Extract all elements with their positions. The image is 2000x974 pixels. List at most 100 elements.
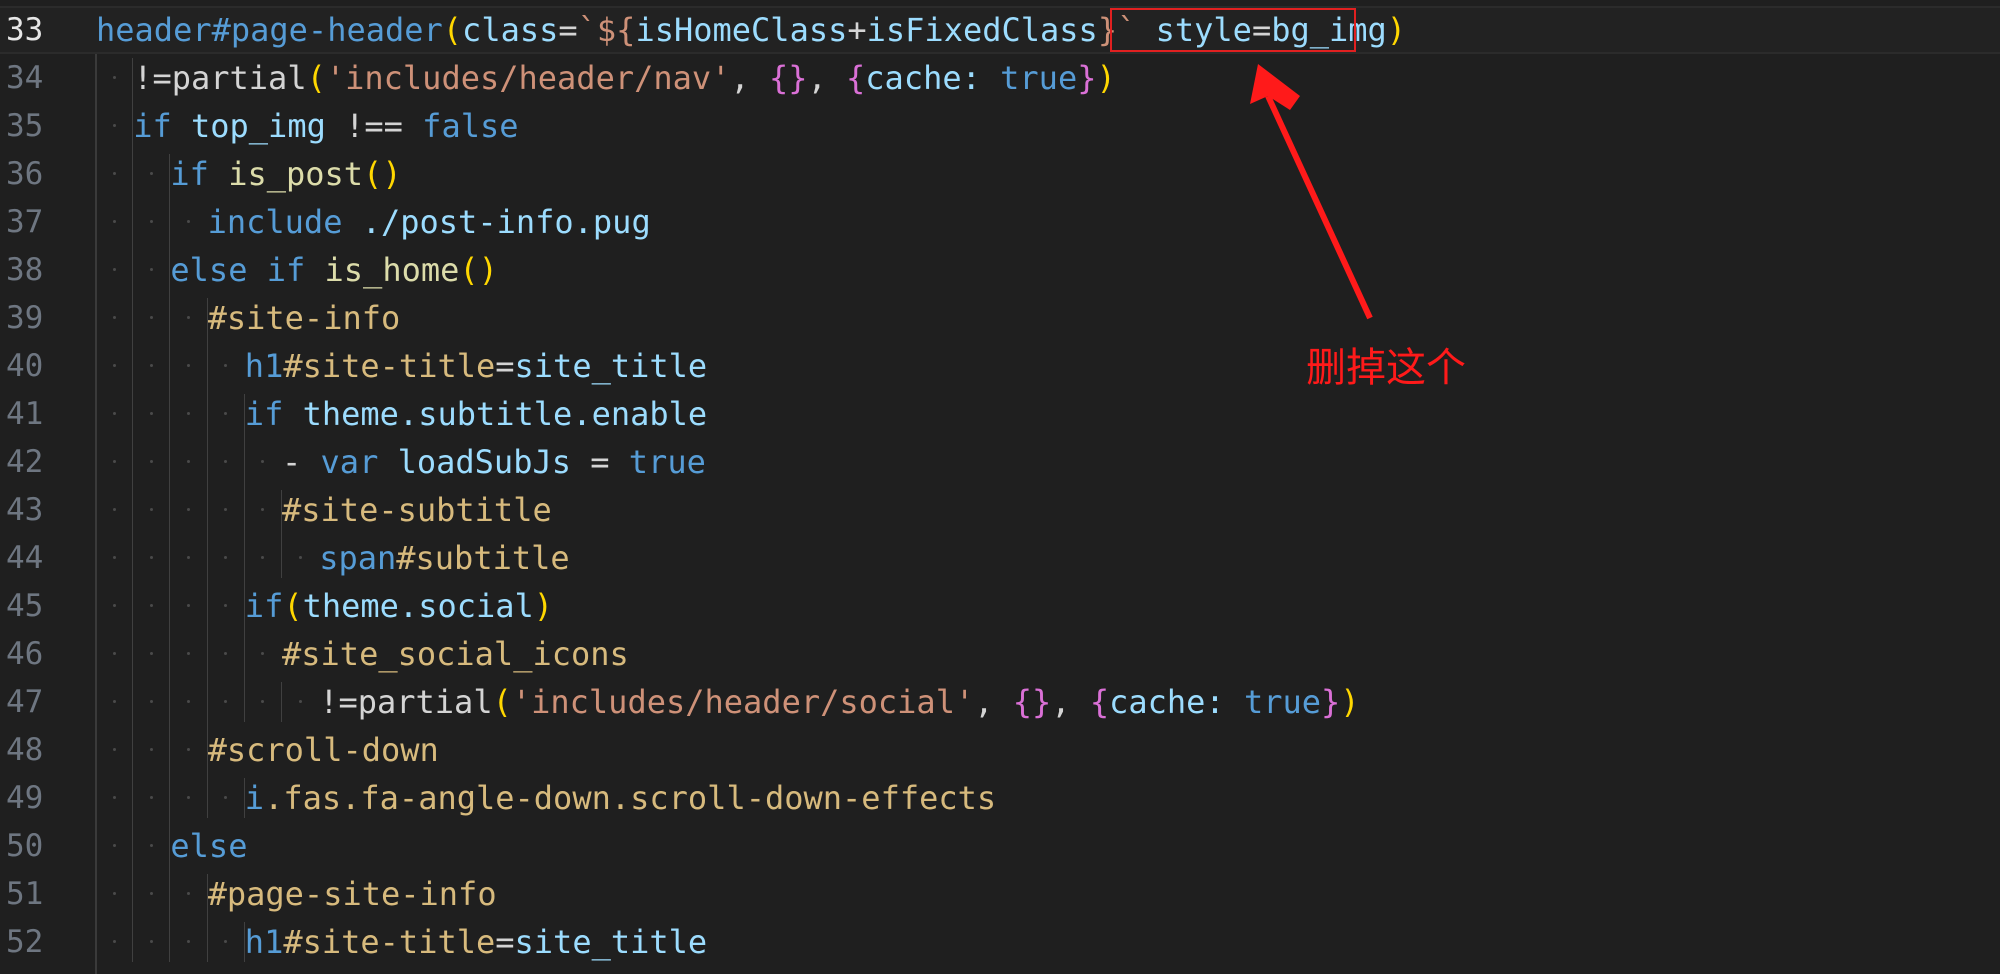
code-text: include ./post-info.pug <box>208 198 651 246</box>
code-token: top_img <box>190 107 346 145</box>
code-editor[interactable]: 33 header#page-header(class=`${isHomeClas… <box>0 0 2000 974</box>
indent-guide <box>281 682 282 722</box>
code-text: #site-info <box>208 294 401 342</box>
code-token: = <box>495 923 515 961</box>
code-line[interactable]: 34 !=partial('includes/header/nav', {}, {… <box>0 54 2000 102</box>
line-number: 36 <box>6 156 44 192</box>
whitespace-dot <box>149 268 153 271</box>
code-text: #page-site-info <box>208 870 497 918</box>
whitespace-dot <box>149 412 153 415</box>
whitespace-dot <box>112 844 116 847</box>
code-token: #subtitle <box>396 539 570 577</box>
code-token: header#page-header <box>96 11 443 49</box>
code-token: i <box>244 779 265 817</box>
code-line[interactable]: 41 if theme.subtitle.enable <box>0 390 2000 438</box>
code-line[interactable]: 52 h1#site-title=site_title <box>0 918 2000 966</box>
whitespace-dot <box>149 940 153 943</box>
code-line[interactable]: 46 #site_social_icons <box>0 630 2000 678</box>
code-token: ( <box>283 587 303 625</box>
indent-guide <box>243 778 245 818</box>
whitespace-dot <box>112 220 116 223</box>
whitespace-dot <box>149 748 153 751</box>
whitespace-dot <box>112 652 116 655</box>
code-token: if <box>266 251 325 289</box>
code-token: {} <box>768 59 808 97</box>
code-token: #page-site-info <box>207 875 497 913</box>
code-line[interactable]: 50 else <box>0 822 2000 870</box>
code-line[interactable]: 45 if(theme.social) <box>0 582 2000 630</box>
whitespace-dot <box>112 748 116 751</box>
code-token: ) <box>1096 59 1116 97</box>
code-line[interactable]: 35 if top_img !== false <box>0 102 2000 150</box>
code-token: ) <box>1340 683 1360 721</box>
code-token: theme.subtitle.enable <box>302 395 708 433</box>
line-number: 35 <box>6 108 44 144</box>
code-text: if theme.subtitle.enable <box>245 390 707 438</box>
code-token: .fas.fa-angle-down.scroll-down-effects <box>264 779 997 817</box>
code-token: true <box>628 443 706 481</box>
annotation-label: 删掉这个 <box>1306 345 1466 391</box>
code-text: !=partial('includes/header/social', {}, … <box>319 678 1359 726</box>
code-token: () <box>459 251 498 289</box>
code-token: #site_social_icons <box>282 635 629 673</box>
line-number: 33 <box>6 12 44 48</box>
code-line[interactable]: 39 #site-info <box>0 294 2000 342</box>
line-number: 50 <box>6 828 44 864</box>
whitespace-dot <box>298 556 302 559</box>
line-number: 43 <box>6 492 44 528</box>
whitespace-dot <box>112 364 116 367</box>
code-token: , <box>974 683 1013 721</box>
whitespace-dot <box>149 172 153 175</box>
whitespace-dot <box>187 604 190 607</box>
whitespace-dot <box>187 460 190 463</box>
whitespace-dot <box>112 700 116 703</box>
code-token: if <box>133 107 191 145</box>
code-line[interactable]: 38 else if is_home() <box>0 246 2000 294</box>
code-line[interactable]: 51 #page-site-info <box>0 870 2000 918</box>
code-token: include <box>207 203 362 241</box>
code-line[interactable]: 42 - var loadSubJs = true <box>0 438 2000 486</box>
whitespace-dot <box>149 796 153 799</box>
whitespace-dot <box>187 556 190 559</box>
code-line[interactable]: 43 #site-subtitle <box>0 486 2000 534</box>
code-text: i.fas.fa-angle-down.scroll-down-effects <box>245 774 996 822</box>
line-number: 45 <box>6 588 44 624</box>
whitespace-dot <box>149 220 153 223</box>
code-token: else <box>170 827 248 865</box>
line-number: 38 <box>6 252 44 288</box>
code-token: site_title <box>514 347 708 385</box>
code-token: 'includes/header/nav' <box>325 59 731 97</box>
whitespace-dot <box>112 172 116 175</box>
code-line[interactable]: 33 header#page-header(class=`${isHomeClas… <box>0 6 2000 54</box>
whitespace-dot <box>187 364 190 367</box>
code-token: class <box>462 11 559 49</box>
indent-guide <box>206 874 208 962</box>
code-text: #site_social_icons <box>282 630 629 678</box>
whitespace-dot <box>149 508 153 511</box>
code-token: #scroll-down <box>207 731 439 769</box>
whitespace-dot <box>112 412 116 415</box>
code-text: if(theme.social) <box>245 582 553 630</box>
code-line[interactable]: 40 h1#site-title=site_title <box>0 342 2000 390</box>
whitespace-dot <box>187 316 190 319</box>
code-line[interactable]: 36 if is_post() <box>0 150 2000 198</box>
code-text: #scroll-down <box>208 726 439 774</box>
line-number: 49 <box>6 780 44 816</box>
code-line[interactable]: 49 i.fas.fa-angle-down.scroll-down-effect… <box>0 774 2000 822</box>
code-token: 'includes/header/social' <box>511 683 975 721</box>
code-line[interactable]: 37 include ./post-info.pug <box>0 198 2000 246</box>
code-token: ) <box>533 587 554 625</box>
code-token: = <box>590 443 629 481</box>
line-number: 37 <box>6 204 44 240</box>
code-token: } <box>1077 59 1097 97</box>
whitespace-dot <box>187 940 190 943</box>
code-line[interactable]: 48 #scroll-down <box>0 726 2000 774</box>
code-token: } <box>1321 683 1341 721</box>
code-token: #site-title <box>283 347 496 385</box>
code-token: var <box>320 443 398 481</box>
code-token: ) <box>1386 11 1407 49</box>
code-token: isFixedClass <box>866 11 1098 49</box>
indent-guide <box>132 58 134 962</box>
indent-guide <box>243 394 245 722</box>
whitespace-dot <box>187 748 190 751</box>
